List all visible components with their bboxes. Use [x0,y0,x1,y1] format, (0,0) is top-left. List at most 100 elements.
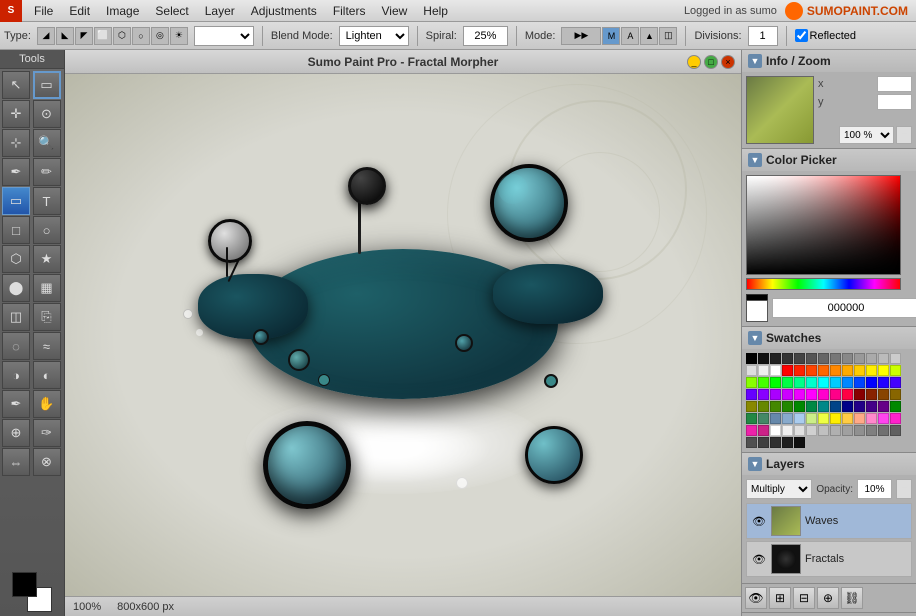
tool-polygon[interactable]: ⬡ [2,245,30,273]
swatch-item[interactable] [866,413,877,424]
tool-burn[interactable]: ◐ [33,361,61,389]
swatch-item[interactable] [842,353,853,364]
swatch-item[interactable] [782,413,793,424]
menu-view[interactable]: View [373,2,415,20]
swatch-item[interactable] [878,353,889,364]
swatch-item[interactable] [878,377,889,388]
swatch-item[interactable] [854,401,865,412]
swatch-item[interactable] [806,413,817,424]
info-zoom-header[interactable]: ▼ Info / Zoom [742,50,916,72]
swatch-item[interactable] [806,377,817,388]
swatch-item[interactable] [746,365,757,376]
swatch-item[interactable] [770,365,781,376]
swatch-item[interactable] [794,437,805,448]
swatch-item[interactable] [770,389,781,400]
swatch-item[interactable] [770,413,781,424]
layer-btn-2[interactable]: ⊞ [769,587,791,609]
tool-hand[interactable]: ✋ [33,390,61,418]
swatch-item[interactable] [770,401,781,412]
swatch-item[interactable] [830,425,841,436]
color-gradient[interactable] [746,175,901,275]
swatch-item[interactable] [782,437,793,448]
foreground-color[interactable] [12,572,37,597]
spiral-input[interactable] [463,26,508,46]
swatch-item[interactable] [782,365,793,376]
swatch-item[interactable] [746,377,757,388]
swatch-item[interactable] [842,365,853,376]
swatch-item[interactable] [782,389,793,400]
swatch-item[interactable] [866,353,877,364]
swatch-item[interactable] [746,425,757,436]
tool-eyedropper[interactable]: ✒ [2,158,30,186]
tool-pencil[interactable]: ✏ [33,158,61,186]
y-input[interactable] [877,94,912,110]
swatch-item[interactable] [758,413,769,424]
swatch-item[interactable] [746,389,757,400]
swatch-item[interactable] [890,389,901,400]
mode-icon-active[interactable]: M [602,27,620,45]
swatch-item[interactable] [830,401,841,412]
swatch-item[interactable] [818,413,829,424]
swatch-item[interactable] [794,413,805,424]
reflected-checkbox[interactable] [795,29,808,42]
swatch-item[interactable] [878,413,889,424]
tool-smudge[interactable]: ≈ [33,332,61,360]
layer-row-fractals[interactable]: 👁 Fractals [746,541,912,577]
layers-header[interactable]: ▼ Layers [742,453,916,475]
swatch-item[interactable] [866,425,877,436]
tool-star[interactable]: ★ [33,245,61,273]
layer-btn-5[interactable]: ⛓ [841,587,863,609]
tool-brush[interactable]: ▭ [2,187,30,215]
swatch-item[interactable] [842,389,853,400]
mode-icon-1[interactable]: ▶▶ [561,27,601,45]
swatch-item[interactable] [866,401,877,412]
swatch-item[interactable] [758,425,769,436]
swatches-header[interactable]: ▼ Swatches [742,327,916,349]
swatch-item[interactable] [830,413,841,424]
tool-eraser[interactable]: ◫ [2,303,30,331]
menu-file[interactable]: File [26,2,61,20]
swatch-item[interactable] [794,389,805,400]
swatch-item[interactable] [758,437,769,448]
swatch-item[interactable] [794,425,805,436]
tool-arrows[interactable]: ⇔ [2,448,30,476]
color-picker-header[interactable]: ▼ Color Picker [742,149,916,171]
menu-help[interactable]: Help [415,2,456,20]
swatch-item[interactable] [770,425,781,436]
tool-misc[interactable]: ⊗ [33,448,61,476]
swatch-item[interactable] [818,401,829,412]
tool-move[interactable]: ✛ [2,100,30,128]
swatch-item[interactable] [890,377,901,388]
swatch-item[interactable] [758,401,769,412]
hue-bar[interactable] [746,278,901,290]
swatch-item[interactable] [782,353,793,364]
tool-lasso[interactable]: ⊙ [33,100,61,128]
swatch-item[interactable] [746,413,757,424]
swatch-item[interactable] [806,425,817,436]
swatch-item[interactable] [866,365,877,376]
tool-select-rect[interactable]: ▭ [33,71,61,99]
type-icon-3[interactable]: ◤ [75,27,93,45]
swatch-item[interactable] [830,353,841,364]
swatch-item[interactable] [794,377,805,388]
type-icon-6[interactable]: ○ [132,27,150,45]
bg-color-swatch[interactable] [746,300,768,322]
swatch-item[interactable] [890,413,901,424]
divisions-input[interactable] [748,26,778,46]
tool-arrow[interactable]: ↖ [2,71,30,99]
type-icon-8[interactable]: ☀ [170,27,188,45]
swatch-item[interactable] [854,353,865,364]
swatch-item[interactable] [758,365,769,376]
swatch-item[interactable] [746,437,757,448]
swatch-item[interactable] [866,389,877,400]
swatch-item[interactable] [746,353,757,364]
layer-eye-fractals[interactable]: 👁 [751,551,767,567]
swatch-item[interactable] [770,353,781,364]
blend-mode-select[interactable]: Lighten [339,26,409,46]
swatch-item[interactable] [830,365,841,376]
swatch-item[interactable] [878,401,889,412]
swatch-item[interactable] [794,401,805,412]
swatch-item[interactable] [782,425,793,436]
swatch-item[interactable] [866,377,877,388]
type-icon-1[interactable]: ◢ [37,27,55,45]
